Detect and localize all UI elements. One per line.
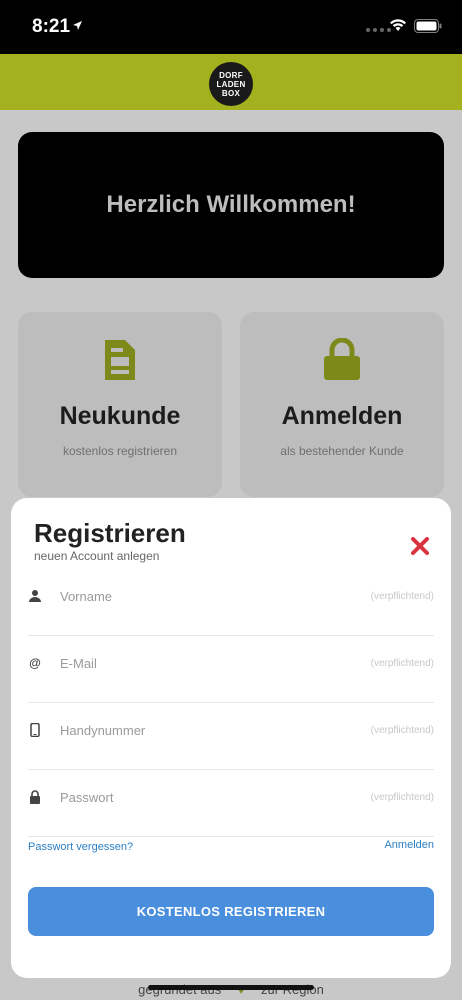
battery-icon [414, 19, 442, 33]
register-modal: Registrieren neuen Account anlegen (verp… [11, 498, 451, 978]
at-icon: @ [29, 656, 41, 670]
close-icon[interactable] [409, 535, 431, 557]
tile-login-title: Anmelden [281, 402, 403, 430]
cellular-signal-icon [366, 28, 391, 32]
document-icon [105, 340, 135, 380]
forgot-password-link[interactable]: Passwort vergessen? [28, 841, 133, 853]
first-name-input[interactable] [60, 581, 350, 611]
phone-field: (verpflichtend) [28, 703, 434, 770]
welcome-title: Herzlich Willkommen! [106, 191, 356, 218]
welcome-banner: Herzlich Willkommen! [18, 132, 444, 278]
tile-login[interactable]: Anmelden als bestehender Kunde [240, 312, 444, 497]
user-icon [29, 590, 41, 602]
password-input[interactable] [60, 782, 350, 812]
login-link[interactable]: Anmelden [384, 839, 434, 851]
required-hint: (verpflichtend) [370, 591, 434, 602]
lock-icon [30, 790, 40, 804]
email-input[interactable] [60, 648, 350, 678]
required-hint: (verpflichtend) [370, 658, 434, 669]
password-field: (verpflichtend) [28, 770, 434, 837]
status-time: 8:21 [32, 16, 71, 37]
home-indicator[interactable] [148, 985, 314, 990]
status-bar: 8:21 [0, 0, 462, 54]
modal-subtitle: neuen Account anlegen [34, 549, 160, 563]
required-hint: (verpflichtend) [370, 792, 434, 803]
first-name-field: (verpflichtend) [28, 569, 434, 636]
location-arrow-icon [73, 21, 82, 30]
wifi-icon [390, 19, 406, 31]
register-button[interactable]: KOSTENLOS REGISTRIEREN [28, 887, 434, 936]
required-hint: (verpflichtend) [370, 725, 434, 736]
dorfladenbox-logo: DORF LADEN BOX [209, 62, 253, 106]
email-field: @ (verpflichtend) [28, 636, 434, 703]
tile-login-subtitle: als bestehender Kunde [280, 444, 404, 458]
tile-new-customer[interactable]: Neukunde kostenlos registrieren [18, 312, 222, 497]
tile-new-customer-title: Neukunde [59, 402, 181, 430]
app-header: DORF LADEN BOX [0, 54, 462, 110]
modal-title: Registrieren [34, 518, 186, 548]
lock-icon [324, 338, 360, 380]
tile-new-customer-subtitle: kostenlos registrieren [62, 444, 178, 458]
phone-input[interactable] [60, 715, 350, 745]
phone-icon [30, 723, 40, 737]
